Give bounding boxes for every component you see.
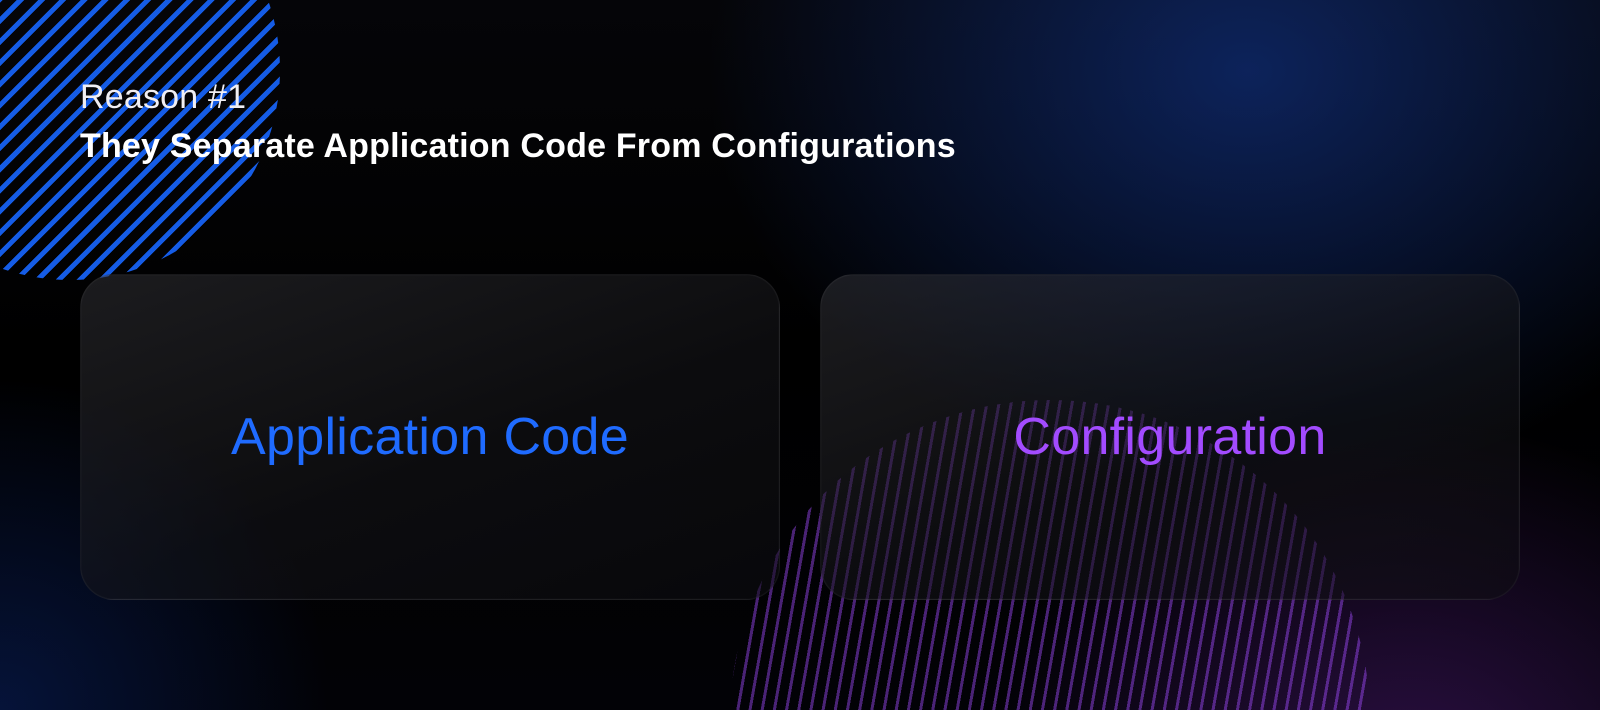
card-label-application-code: Application Code <box>231 407 629 467</box>
card-row: Application Code Configuration <box>80 274 1520 600</box>
slide-eyebrow: Reason #1 <box>80 78 1520 117</box>
slide-content: Reason #1 They Separate Application Code… <box>0 0 1600 710</box>
card-application-code: Application Code <box>80 274 780 600</box>
card-label-configuration: Configuration <box>1013 407 1326 467</box>
slide-title: They Separate Application Code From Conf… <box>80 127 1520 166</box>
card-configuration: Configuration <box>820 274 1520 600</box>
